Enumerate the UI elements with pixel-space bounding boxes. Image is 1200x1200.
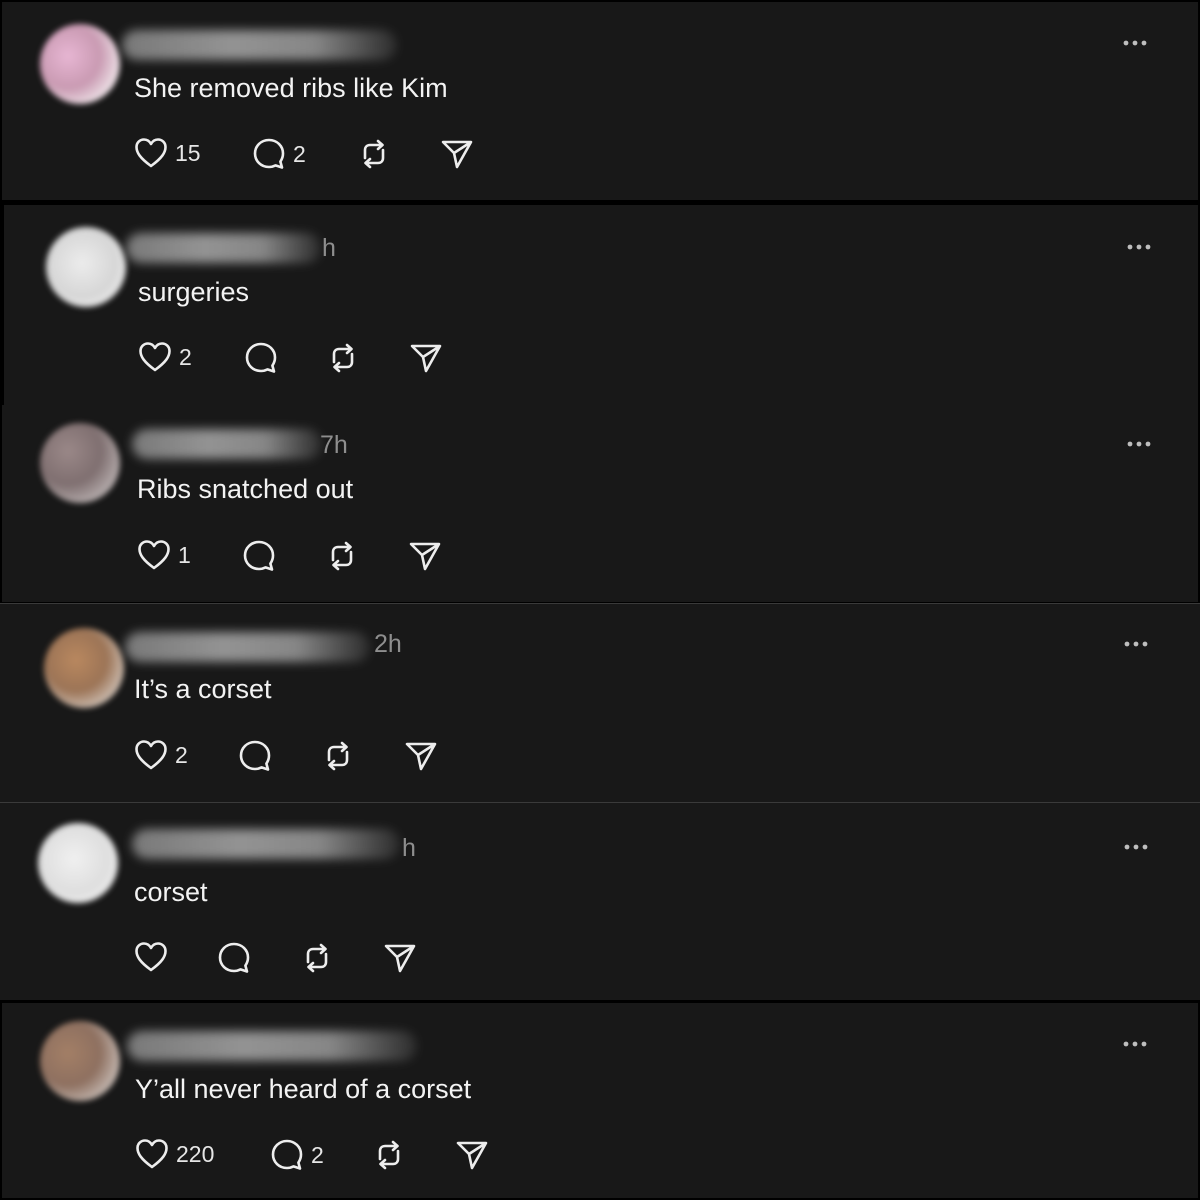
reply-button[interactable]	[217, 941, 258, 975]
send-icon	[410, 344, 442, 373]
reply-button[interactable]: 2	[270, 1138, 324, 1172]
repost-button[interactable]	[326, 341, 360, 375]
share-button[interactable]	[409, 341, 443, 375]
repost-icon	[327, 741, 349, 771]
more-options-icon[interactable]	[1122, 1040, 1148, 1048]
post-text: It’s a corset	[134, 674, 272, 704]
reply-button[interactable]	[238, 739, 279, 773]
post-text: Y’all never heard of a corset	[135, 1074, 472, 1104]
comment-icon	[253, 138, 285, 169]
comment-icon	[218, 942, 250, 973]
avatar[interactable]	[46, 227, 126, 307]
avatar[interactable]	[44, 628, 124, 708]
post: h surgeries 2	[4, 205, 1198, 405]
send-icon	[384, 944, 416, 973]
comment-icon	[271, 1139, 303, 1170]
send-icon	[441, 140, 473, 169]
repost-button[interactable]	[372, 1138, 406, 1172]
share-button[interactable]	[408, 539, 442, 573]
post-time: h	[402, 834, 416, 862]
send-icon	[456, 1141, 488, 1170]
repost-icon	[363, 139, 385, 169]
send-icon	[405, 742, 437, 771]
comment-icon	[239, 740, 271, 771]
avatar[interactable]	[38, 823, 118, 903]
share-button[interactable]	[404, 739, 438, 773]
repost-icon	[378, 1140, 400, 1170]
avatar[interactable]	[40, 24, 120, 104]
like-button[interactable]: 2	[138, 341, 192, 373]
heart-icon	[135, 138, 167, 168]
reply-count: 2	[311, 1142, 324, 1168]
more-options-icon[interactable]	[1123, 843, 1149, 851]
like-button[interactable]: 1	[137, 539, 191, 571]
like-count: 2	[175, 742, 188, 768]
like-button[interactable]	[134, 941, 175, 973]
post: h corset	[0, 803, 1200, 1000]
repost-icon	[306, 943, 328, 973]
like-count: 15	[175, 140, 201, 166]
comment-icon	[243, 540, 275, 571]
username-redacted[interactable]	[127, 1031, 417, 1061]
post: She removed ribs like Kim 15 2	[2, 2, 1198, 200]
send-icon	[409, 542, 441, 571]
heart-icon	[136, 1139, 168, 1169]
reply-count: 2	[293, 141, 306, 167]
heart-icon	[135, 740, 167, 770]
heart-icon	[135, 942, 167, 972]
username-redacted[interactable]	[125, 632, 370, 662]
repost-button[interactable]	[357, 137, 391, 171]
comment-icon	[245, 342, 277, 373]
more-options-icon[interactable]	[1123, 640, 1149, 648]
post-time: 7h	[320, 431, 348, 459]
username-redacted[interactable]	[122, 30, 397, 60]
like-count: 2	[179, 344, 192, 370]
post-time: 2h	[374, 630, 402, 658]
more-options-icon[interactable]	[1122, 39, 1148, 47]
repost-icon	[331, 541, 353, 571]
avatar[interactable]	[40, 423, 120, 503]
post-text: surgeries	[138, 277, 250, 307]
like-button[interactable]: 2	[134, 739, 188, 771]
repost-button[interactable]	[300, 941, 334, 975]
reply-button[interactable]	[242, 539, 283, 573]
post: Y’all never heard of a corset 220 2	[2, 1003, 1198, 1198]
username-redacted[interactable]	[132, 429, 322, 459]
share-button[interactable]	[455, 1138, 489, 1172]
like-count: 220	[176, 1141, 215, 1167]
post: 2h It’s a corset 2	[0, 604, 1200, 802]
repost-button[interactable]	[321, 739, 355, 773]
like-button[interactable]: 15	[134, 137, 201, 169]
username-redacted[interactable]	[132, 829, 400, 859]
post-text: Ribs snatched out	[137, 474, 354, 504]
share-button[interactable]	[383, 941, 417, 975]
more-options-icon[interactable]	[1126, 243, 1152, 251]
reply-button[interactable]: 2	[252, 137, 306, 171]
like-count: 1	[178, 542, 191, 568]
heart-icon	[139, 342, 171, 372]
repost-icon	[332, 343, 354, 373]
repost-button[interactable]	[325, 539, 359, 573]
username-redacted[interactable]	[126, 233, 321, 263]
heart-icon	[138, 540, 170, 570]
reply-button[interactable]	[244, 341, 285, 375]
post-text: She removed ribs like Kim	[134, 73, 448, 103]
share-button[interactable]	[440, 137, 474, 171]
post: 7h Ribs snatched out 1	[2, 405, 1198, 602]
post-text: corset	[134, 877, 208, 907]
like-button[interactable]: 220	[135, 1138, 214, 1170]
avatar[interactable]	[40, 1021, 120, 1101]
post-time: h	[322, 234, 336, 262]
more-options-icon[interactable]	[1126, 440, 1152, 448]
